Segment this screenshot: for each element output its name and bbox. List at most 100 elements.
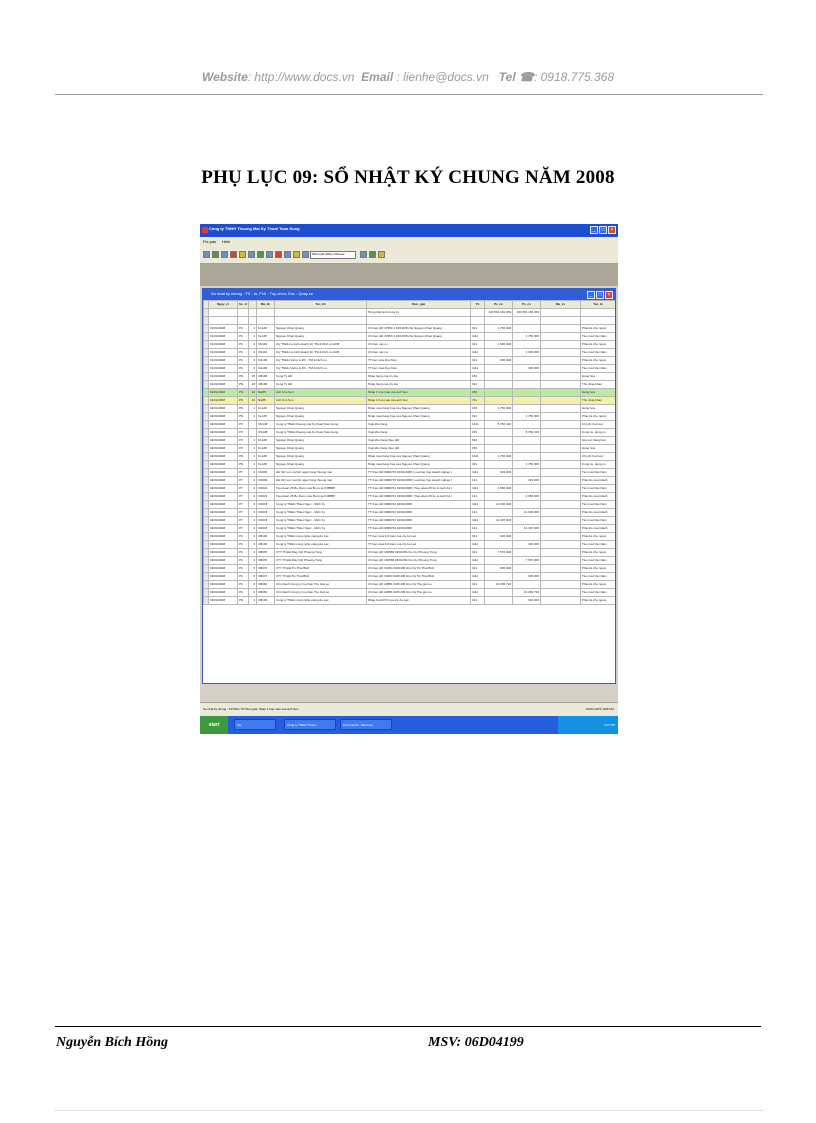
toolbar-icon[interactable]	[248, 251, 255, 258]
toolbar-icon[interactable]	[221, 251, 228, 258]
table-row[interactable]: 02/01/2008 PT 4 CN018 Cong ty TNHH Thien Ngo…	[203, 524, 615, 533]
column-header[interactable]: Ma_vv	[540, 300, 581, 309]
table-row[interactable]: 02/01/2008 PT 3 CN018 Cong ty TNHH Thien Ngo…	[203, 508, 615, 517]
cell-date: 02/01/2008	[208, 428, 238, 437]
table-row[interactable]: 02/01/2008 PT 2 CN023 Tieu doan 25 Bo tham m…	[203, 492, 615, 501]
maximize-icon[interactable]: □	[599, 226, 607, 234]
column-header[interactable]: Ma_kh	[256, 300, 275, 309]
close-icon[interactable]: ×	[605, 291, 613, 299]
table-row[interactable]: 03/01/2008 PC 3 CB104 Cong ty TNHH cong nghe…	[203, 532, 615, 541]
maximize-icon[interactable]: □	[596, 291, 604, 299]
toolbar-icon[interactable]	[257, 251, 264, 258]
taskbar-item[interactable]: Cong ty TNHH Thuon...	[284, 719, 336, 730]
column-header[interactable]: Tk	[470, 300, 485, 309]
page-header: Website: http://www.docs.vn Email : lien…	[0, 70, 816, 84]
cell-no: 1	[248, 404, 257, 413]
column-header[interactable]	[248, 300, 257, 309]
column-header[interactable]: Dien_giai	[366, 300, 471, 309]
table-row[interactable]: 03/01/2008 PN 1 CB104 Cong ty TNHH cong nghe…	[203, 596, 615, 605]
toolbar-icon[interactable]	[293, 251, 300, 258]
toolbar-icon[interactable]	[369, 251, 376, 258]
table-row[interactable]: 03/01/2008 PC 5 CB072 CTY TNHH Tin Thai Binh…	[203, 564, 615, 573]
start-button[interactable]: start	[200, 716, 228, 734]
table-row[interactable]: 02/01/2008 PX 1 KL128 Nguyen Khac Quang Xuat …	[203, 444, 615, 453]
toolbar-icon[interactable]	[360, 251, 367, 258]
column-header[interactable]: Ps_co	[512, 300, 541, 309]
table-row[interactable]: 02/01/2008 PN 1 KL128 Nguyen Khac Quang Nhap …	[203, 404, 615, 413]
cell-name: Cong ty TNHH Thien Ngoc - Minh Ky	[274, 516, 367, 525]
table-row[interactable]: 03/01/2008 PC 6 CB081 Chi nhanh Cong ty Co p…	[203, 588, 615, 597]
table-row[interactable]: 01/01/2008 PN 16 NH85 Anh Kim Son Nhap 1 hop …	[203, 396, 615, 405]
toolbar-icon[interactable]	[378, 251, 385, 258]
table-row[interactable]: 03/01/2008 PC 6 CB081 Chi nhanh Cong ty Co p…	[203, 580, 615, 589]
menu-item[interactable]: Fix-pas	[203, 240, 216, 244]
column-header[interactable]: Ngay_ct	[208, 300, 238, 309]
table-row[interactable]: 01/01/2008 PN 16 NH85 Anh Kim Son Nhap 1 hop …	[203, 388, 615, 397]
cell-name: Cty TNHH Vat tu & DV - TM & Dich vu	[274, 356, 367, 365]
toolbar-icon[interactable]	[239, 251, 246, 258]
cell-type: PN	[237, 452, 249, 461]
table-row[interactable]: 01/01/2008 PN 15 CB106 Cong Ty HD Nhap hang c…	[203, 372, 615, 381]
cell-date: 01/01/2008	[208, 356, 238, 365]
cell-acct: 331	[470, 580, 485, 589]
table-row[interactable]: 02/01/2008 PN 1 KL128 Nguyen Khac Quang Nhap …	[203, 452, 615, 461]
column-header[interactable]: Ten_tk	[580, 300, 615, 309]
toolbar-icon[interactable]	[230, 251, 237, 258]
column-header[interactable]: Ps_no	[484, 300, 513, 309]
table-row[interactable]: 01/01/2008 PC 2 CN116 Cty TNHH sx kinh doanh…	[203, 340, 615, 349]
table-row[interactable]: 03/01/2008 PC 3 CB104 Cong ty TNHH cong nghe…	[203, 540, 615, 549]
table-row[interactable]: 02/01/2008 PN 1 KL128 Nguyen Khac Quang Nhap …	[203, 460, 615, 469]
cell-type: PX	[237, 428, 249, 437]
table-row[interactable]: 01/01/2008 PC 1 KL128 Nguyen Khac Quang Chi t…	[203, 332, 615, 341]
table-row[interactable]: 02/01/2008 PX CN148 Cong ty TNHH thuong mai…	[203, 428, 615, 437]
table-row[interactable]: 02/01/2008 PX CN148 Cong ty TNHH thuong mai…	[203, 420, 615, 429]
close-icon[interactable]: ×	[608, 226, 616, 234]
table-row[interactable]: 02/01/2008 PT 2 CN004 HH Ghi von va tinh nga…	[203, 476, 615, 485]
taskbar-item[interactable]: NH	[234, 719, 276, 730]
cell-no: 3	[248, 532, 257, 541]
table-row[interactable]: 03/01/2008 PC 4 CB070 CTY TNHH May tinh Phuo…	[203, 556, 615, 565]
tel-label: Tel ☎	[498, 70, 534, 84]
cell-type: PC	[237, 364, 249, 373]
menu-item[interactable]: Hele	[222, 240, 230, 244]
table-row[interactable]: 03/01/2008 PC 5 CB072 CTY TNHH Tin Thai Binh…	[203, 572, 615, 581]
minimize-icon[interactable]: _	[590, 226, 598, 234]
table-row[interactable]: 02/01/2008 PT 4 CN018 Cong ty TNHH Thien Ngo…	[203, 516, 615, 525]
table-row[interactable]: 01/01/2008 PC 1 KL128 Nguyen Khac Quang Chi t…	[203, 324, 615, 333]
table-row[interactable]: 02/01/2008 PX 1 KL128 Nguyen Khac Quang Xuat …	[203, 436, 615, 445]
toolbar-icon[interactable]	[302, 251, 309, 258]
cell-date: 02/01/2008	[208, 404, 238, 413]
cell	[484, 316, 513, 325]
table-row[interactable]: 02/01/2008 PT 2 CN023 Tieu doan 25 Bo tham m…	[203, 484, 615, 493]
bottom-rule	[55, 1110, 763, 1111]
taskbar-item[interactable]: Document1 - Microsof...	[340, 719, 392, 730]
cell-ma-vv	[540, 532, 581, 541]
column-header[interactable]: So_ct	[237, 300, 249, 309]
cell-date: 03/01/2008	[208, 572, 238, 581]
toolbar-icon[interactable]	[203, 251, 210, 258]
font-select[interactable]: Microsoft Office Chinese	[310, 251, 356, 259]
table-row[interactable]: 01/01/2008 PN 15 CB106 Cong Ty HD Nhap hang c…	[203, 380, 615, 389]
minimize-icon[interactable]: _	[587, 291, 595, 299]
toolbar-icon[interactable]	[266, 251, 273, 258]
table-row[interactable]: Tong phat sinh trong ky 130 563 184 369 13…	[203, 308, 615, 317]
table-row[interactable]	[203, 316, 615, 325]
cell-type: PC	[237, 340, 249, 349]
toolbar-icon[interactable]	[212, 251, 219, 258]
cell-acct-name: Phai tra cho nguoi	[580, 532, 615, 541]
table-row[interactable]: 03/01/2008 PC 4 CB070 CTY TNHH May tinh Phuo…	[203, 548, 615, 557]
table-row[interactable]: 02/01/2008 PT 2 CN004 HH Ghi von va tinh nga…	[203, 468, 615, 477]
toolbar-icon[interactable]	[275, 251, 282, 258]
toolbar-icon[interactable]	[284, 251, 291, 258]
table-row[interactable]: 01/01/2008 PC 3 KH139 Cty TNHH Vat tu & DV -…	[203, 356, 615, 365]
ledger-grid[interactable]: Ngay_ct So_ct Ma_kh Ten_kh Dien_giai Tk Ps_no P…	[203, 300, 615, 683]
cell-type: PT	[237, 492, 249, 501]
cell-acct: 156	[470, 444, 485, 453]
app-title: Cong ty TNHH Thuong Mai Ky Thuat Toan Hu…	[209, 226, 300, 231]
table-row[interactable]: 02/01/2008 PT 3 CN018 Cong ty TNHH Thien Ngo…	[203, 500, 615, 509]
table-row[interactable]: 01/01/2008 PC 2 CN116 Cty TNHH sx kinh doanh…	[203, 348, 615, 357]
table-row[interactable]: 01/01/2008 PC 3 KH139 Cty TNHH Vat tu & DV -…	[203, 364, 615, 373]
table-row[interactable]: 02/01/2008 PN 1 KL128 Nguyen Khac Quang Nhap …	[203, 412, 615, 421]
cell-desc: TT tien mua linh kien cua cty Au Lac	[366, 540, 471, 549]
column-header[interactable]: Ten_kh	[274, 300, 367, 309]
